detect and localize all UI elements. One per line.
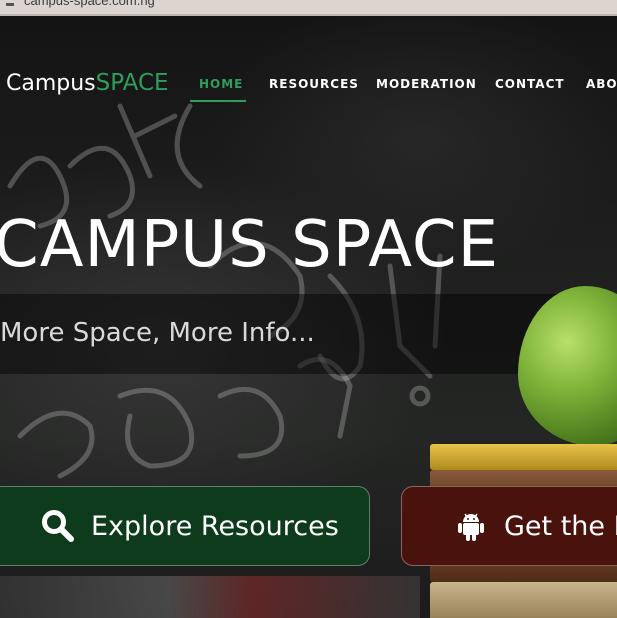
hero-subtitle: More Space, More Info...: [0, 318, 315, 348]
nav-item-resources[interactable]: RESOURCES: [269, 77, 359, 91]
brand-first-word: Campus: [6, 71, 96, 96]
brand-second-word: SPACE: [95, 70, 169, 96]
get-the-app-label: Get the M: [504, 510, 617, 542]
explore-resources-label: Explore Resources: [91, 510, 339, 542]
nav-active-underline: [190, 100, 246, 102]
hero-title: CAMPUS SPACE: [0, 208, 499, 282]
nav-item-about[interactable]: ABOU: [586, 77, 617, 91]
address-url[interactable]: campus-space.com.ng: [24, 0, 155, 8]
nav-item-home[interactable]: HOME: [199, 77, 243, 91]
browser-address-bar[interactable]: campus-space.com.ng: [0, 0, 617, 16]
hero-section: CampusSPACE HOME RESOURCES MODERATION CO…: [0, 16, 617, 618]
address-bar-icon: [6, 3, 14, 6]
brand-logo[interactable]: CampusSPACE: [6, 70, 169, 96]
search-icon: [41, 509, 75, 543]
nav-item-moderation[interactable]: MODERATION: [376, 77, 477, 91]
android-icon: [458, 511, 484, 541]
explore-resources-button[interactable]: Explore Resources: [0, 486, 370, 566]
get-the-app-button[interactable]: Get the M: [401, 486, 617, 566]
desk-clutter-decoration: [0, 576, 420, 618]
nav-item-contact[interactable]: CONTACT: [495, 77, 565, 91]
